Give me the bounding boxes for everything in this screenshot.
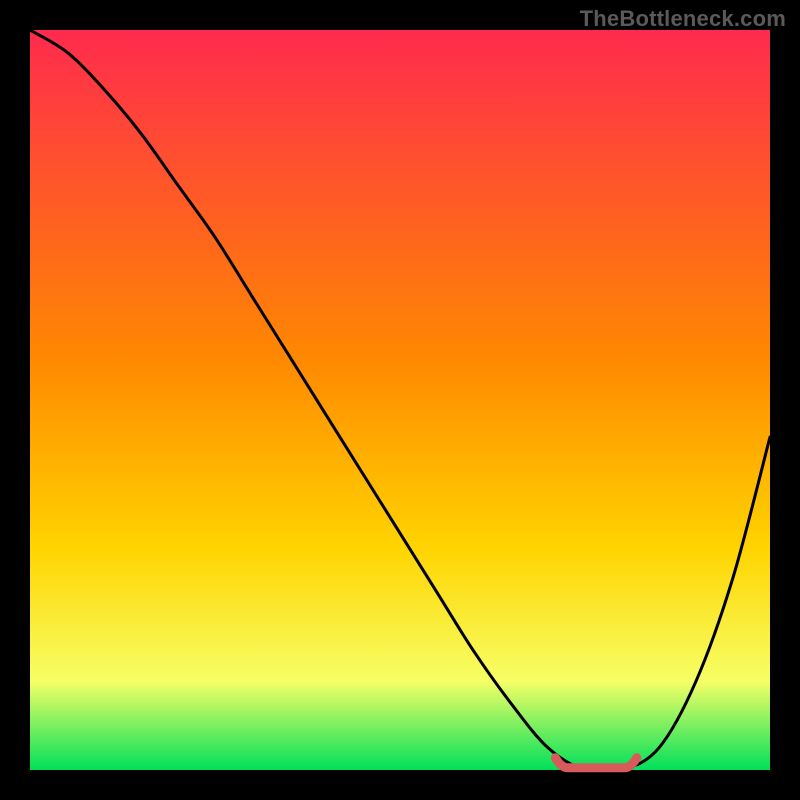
- bottleneck-chart: [0, 0, 800, 800]
- plot-background: [30, 30, 770, 770]
- chart-frame: { "watermark": "TheBottleneck.com", "col…: [0, 0, 800, 800]
